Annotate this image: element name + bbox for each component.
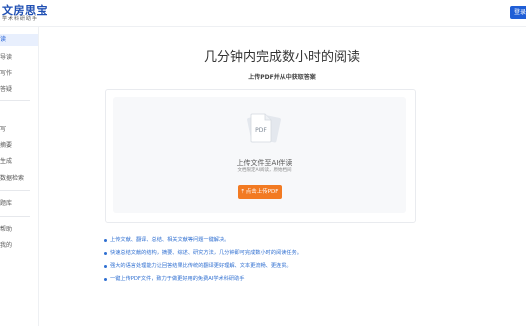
sidebar-item-mine[interactable]: 我的 [0, 240, 12, 252]
upload-hint: 文档限定AI阅读，原始档间 [237, 168, 292, 173]
upload-pdf-button-label: 点击上传PDF [245, 189, 279, 195]
bullet-icon [104, 265, 107, 268]
sidebar-item-question-bank[interactable]: 题库 [0, 198, 12, 210]
sidebar-item-help[interactable]: 帮助 [0, 224, 12, 236]
bullet-icon [104, 252, 107, 255]
upload-arrow-icon: ⤒ [241, 189, 244, 195]
feature-text: 一键上传PDF文件，致力于做更好用的免费AI学术科研助手 [110, 276, 245, 282]
sidebar-item-qa[interactable]: 答疑 [0, 84, 12, 96]
bullet-icon [104, 278, 107, 281]
feature-list: 上传文献、翻译、总结、相关文献等问题一键解决。 快速总结文献的结构，摘要、综述、… [104, 234, 434, 286]
sidebar-item-abstract[interactable]: 摘要 [0, 140, 12, 152]
sidebar-divider [0, 100, 30, 101]
pdf-icon-label: PDF [255, 127, 267, 134]
sidebar-item-read[interactable]: 读 [0, 34, 38, 46]
login-button[interactable]: 登录 [510, 6, 526, 19]
page-subtitle: 上传PDF并从中获取答案 [248, 74, 316, 81]
feature-item: 快速总结文献的结构，摘要、综述、研究方法，几分钟即可完成数小时的阅读任务。 [104, 247, 434, 260]
bullet-icon [104, 239, 107, 242]
feature-text: 强大的语言处理能力让回答结果比传统的翻译更好理解、文本更流畅、更连贯。 [110, 263, 292, 269]
top-bar: 文房思宝 学术科研助手 登录 [0, 0, 526, 27]
sidebar-item-data-search[interactable]: 数据检索 [0, 173, 24, 185]
feature-item: 上传文献、翻译、总结、相关文献等问题一键解决。 [104, 234, 434, 247]
upload-pdf-button[interactable]: ⤒ 点击上传PDF [238, 185, 282, 199]
pdf-file-icon: PDF [247, 113, 281, 143]
page-title: 几分钟内完成数小时的阅读 [203, 50, 360, 65]
sidebar-divider [0, 190, 30, 191]
feature-item: 一键上传PDF文件，致力于做更好用的免费AI学术科研助手 [104, 273, 434, 286]
feature-item: 强大的语言处理能力让回答结果比传统的翻译更好理解、文本更流畅、更连贯。 [104, 260, 434, 273]
feature-text: 上传文献、翻译、总结、相关文献等问题一键解决。 [110, 237, 230, 243]
logo-subtitle: 学术科研助手 [2, 16, 39, 22]
sidebar-item-write[interactable]: 写 [0, 124, 6, 136]
feature-text: 快速总结文献的结构，摘要、综述、研究方法，几分钟即可完成数小时的阅读任务。 [110, 250, 302, 256]
sidebar-divider [0, 216, 30, 217]
